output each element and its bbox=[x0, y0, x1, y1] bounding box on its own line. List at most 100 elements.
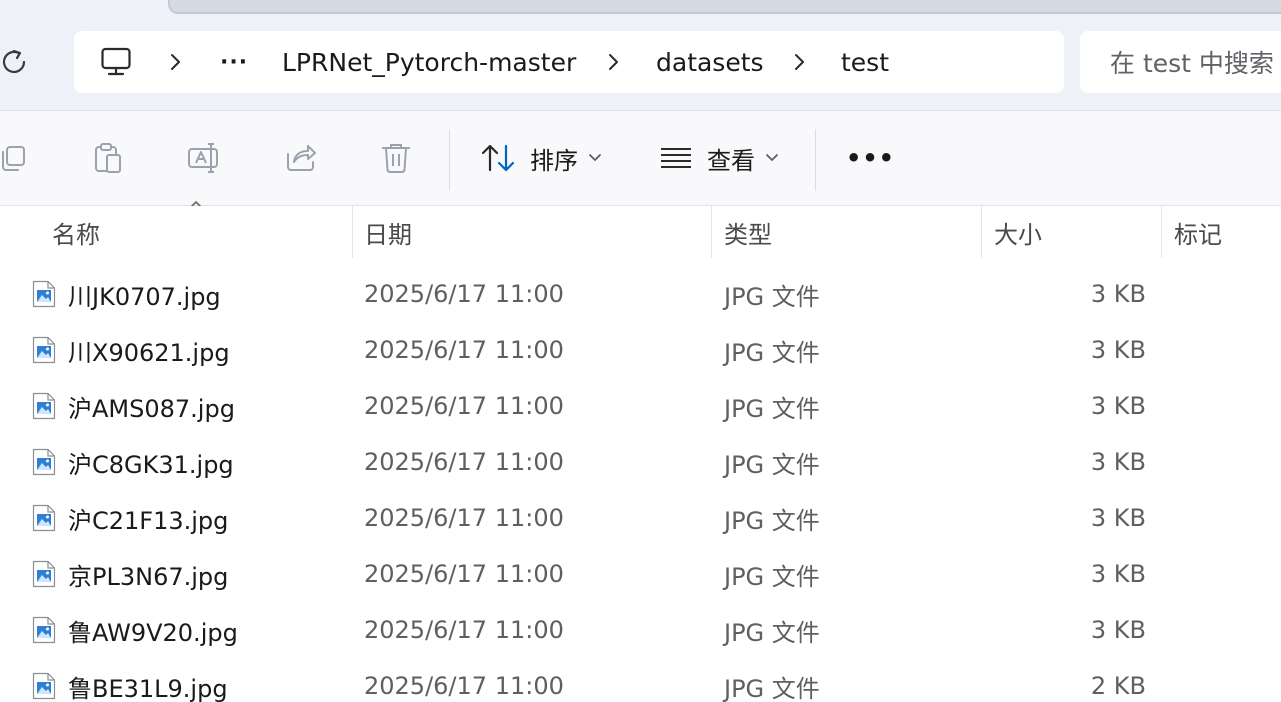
column-header-date[interactable]: 日期 bbox=[364, 206, 412, 258]
file-name: 京PL3N67.jpg bbox=[68, 562, 229, 591]
toolbar-separator bbox=[815, 129, 816, 191]
file-date: 2025/6/17 11:00 bbox=[364, 616, 564, 644]
file-date: 2025/6/17 11:00 bbox=[364, 560, 564, 588]
file-type: JPG 文件 bbox=[724, 282, 820, 311]
file-type: JPG 文件 bbox=[724, 450, 820, 479]
file-date: 2025/6/17 11:00 bbox=[364, 504, 564, 532]
image-file-icon bbox=[32, 504, 56, 532]
file-size: 3 KB bbox=[1090, 616, 1146, 644]
file-size: 2 KB bbox=[1090, 672, 1146, 700]
refresh-button[interactable] bbox=[0, 44, 30, 80]
breadcrumb-separator[interactable] bbox=[168, 31, 182, 93]
rename-button[interactable] bbox=[186, 111, 222, 205]
delete-button[interactable] bbox=[380, 111, 412, 205]
file-type: JPG 文件 bbox=[724, 618, 820, 647]
file-date: 2025/6/17 11:00 bbox=[364, 448, 564, 476]
view-icon bbox=[661, 148, 691, 168]
column-divider[interactable] bbox=[711, 206, 712, 258]
column-header-size[interactable]: 大小 bbox=[994, 206, 1042, 258]
column-header-name[interactable]: 名称 bbox=[52, 206, 100, 258]
file-name-cell: 川X90621.jpg bbox=[32, 322, 230, 378]
view-label: 查看 bbox=[707, 146, 755, 175]
file-type: JPG 文件 bbox=[724, 506, 820, 535]
file-name: 川X90621.jpg bbox=[68, 338, 230, 367]
tab-strip bbox=[168, 0, 1281, 14]
file-type: JPG 文件 bbox=[724, 674, 820, 702]
share-button[interactable] bbox=[284, 111, 318, 205]
file-date: 2025/6/17 11:00 bbox=[364, 672, 564, 700]
chevron-right-icon bbox=[795, 54, 804, 70]
file-explorer-window: ··· LPRNet_Pytorch-master datasets test … bbox=[0, 0, 1281, 702]
file-row[interactable]: 鲁AW9V20.jpg 2025/6/17 11:00 JPG 文件 3 KB bbox=[0, 602, 1281, 658]
trash-icon bbox=[382, 144, 410, 173]
copy-button[interactable] bbox=[0, 111, 28, 205]
chevron-right-icon bbox=[609, 54, 618, 70]
image-file-icon bbox=[32, 560, 56, 588]
column-divider[interactable] bbox=[352, 206, 353, 258]
address-bar[interactable]: ··· LPRNet_Pytorch-master datasets test bbox=[74, 31, 1064, 93]
rename-icon bbox=[188, 143, 218, 173]
file-name-cell: 鲁BE31L9.jpg bbox=[32, 658, 228, 702]
file-type: JPG 文件 bbox=[724, 562, 820, 591]
column-header-type[interactable]: 类型 bbox=[724, 206, 772, 258]
breadcrumb-overflow-button[interactable]: ··· bbox=[220, 31, 248, 93]
image-file-icon bbox=[32, 448, 56, 476]
file-type: JPG 文件 bbox=[724, 338, 820, 367]
breadcrumb-separator[interactable] bbox=[606, 31, 620, 93]
image-file-icon bbox=[32, 616, 56, 644]
breadcrumb-item-datasets[interactable]: datasets bbox=[656, 31, 764, 93]
file-name-cell: 沪C8GK31.jpg bbox=[32, 434, 234, 490]
file-row[interactable]: 沪C8GK31.jpg 2025/6/17 11:00 JPG 文件 3 KB bbox=[0, 434, 1281, 490]
file-date: 2025/6/17 11:00 bbox=[364, 336, 564, 364]
file-date: 2025/6/17 11:00 bbox=[364, 392, 564, 420]
image-file-icon bbox=[32, 392, 56, 420]
paste-button[interactable] bbox=[91, 111, 125, 205]
breadcrumb-item-test[interactable]: test bbox=[841, 31, 889, 93]
column-divider[interactable] bbox=[981, 206, 982, 258]
image-file-icon bbox=[32, 672, 56, 700]
file-size: 3 KB bbox=[1090, 560, 1146, 588]
file-row[interactable]: 京PL3N67.jpg 2025/6/17 11:00 JPG 文件 3 KB bbox=[0, 546, 1281, 602]
file-row[interactable]: 沪AMS087.jpg 2025/6/17 11:00 JPG 文件 3 KB bbox=[0, 378, 1281, 434]
view-button[interactable]: 查看 bbox=[659, 111, 779, 205]
breadcrumb-separator[interactable] bbox=[792, 31, 806, 93]
file-size: 3 KB bbox=[1090, 448, 1146, 476]
image-file-icon bbox=[32, 336, 56, 364]
file-row[interactable]: 川JK0707.jpg 2025/6/17 11:00 JPG 文件 3 KB bbox=[0, 266, 1281, 322]
file-size: 3 KB bbox=[1090, 336, 1146, 364]
file-row[interactable]: 川X90621.jpg 2025/6/17 11:00 JPG 文件 3 KB bbox=[0, 322, 1281, 378]
column-header: 名称 日期 类型 大小 标记 bbox=[0, 206, 1281, 258]
file-name: 鲁BE31L9.jpg bbox=[68, 674, 228, 702]
file-name: 沪C21F13.jpg bbox=[68, 506, 229, 535]
more-options-button[interactable]: ••• bbox=[846, 111, 895, 205]
column-divider[interactable] bbox=[1161, 206, 1162, 258]
search-input[interactable]: 在 test 中搜索 bbox=[1080, 31, 1281, 93]
file-name-cell: 鲁AW9V20.jpg bbox=[32, 602, 238, 658]
file-type: JPG 文件 bbox=[724, 394, 820, 423]
image-file-icon bbox=[32, 280, 56, 308]
refresh-icon bbox=[2, 49, 26, 74]
file-list: 川JK0707.jpg 2025/6/17 11:00 JPG 文件 3 KB … bbox=[0, 266, 1281, 702]
breadcrumb-item-project[interactable]: LPRNet_Pytorch-master bbox=[282, 31, 576, 93]
computer-button[interactable] bbox=[100, 31, 132, 93]
file-name: 川JK0707.jpg bbox=[68, 282, 221, 311]
copy-icon bbox=[2, 146, 25, 171]
sort-label: 排序 bbox=[530, 146, 578, 175]
column-header-tags[interactable]: 标记 bbox=[1174, 206, 1222, 258]
address-area: ··· LPRNet_Pytorch-master datasets test … bbox=[0, 0, 1281, 111]
sort-button[interactable]: 排序 bbox=[480, 111, 602, 205]
command-bar: 排序 查看 ••• bbox=[0, 111, 1281, 206]
chevron-down-icon bbox=[589, 154, 601, 161]
file-date: 2025/6/17 11:00 bbox=[364, 280, 564, 308]
file-name-cell: 京PL3N67.jpg bbox=[32, 546, 228, 602]
file-size: 3 KB bbox=[1090, 392, 1146, 420]
sort-icon bbox=[481, 144, 515, 172]
file-size: 3 KB bbox=[1090, 280, 1146, 308]
file-name-cell: 沪AMS087.jpg bbox=[32, 378, 235, 434]
share-icon bbox=[287, 145, 316, 171]
file-name-cell: 川JK0707.jpg bbox=[32, 266, 221, 322]
file-name: 沪AMS087.jpg bbox=[68, 394, 235, 423]
file-row[interactable]: 鲁BE31L9.jpg 2025/6/17 11:00 JPG 文件 2 KB bbox=[0, 658, 1281, 702]
chevron-down-icon bbox=[766, 154, 778, 161]
file-row[interactable]: 沪C21F13.jpg 2025/6/17 11:00 JPG 文件 3 KB bbox=[0, 490, 1281, 546]
